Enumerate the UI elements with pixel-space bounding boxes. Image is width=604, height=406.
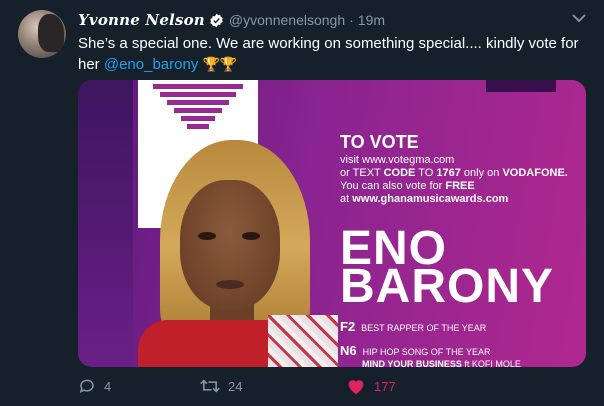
poster-left-band	[78, 80, 133, 367]
handle[interactable]: @yvonnenelsongh	[229, 12, 345, 28]
poster-photo	[138, 140, 338, 367]
poster-logo-bars	[153, 84, 243, 132]
verified-icon	[210, 13, 223, 27]
avatar[interactable]	[18, 10, 66, 58]
heart-icon	[348, 380, 364, 395]
tweet-text: She’s a special one. We are working on s…	[78, 34, 588, 75]
trophy-emoji: 🏆🏆	[202, 56, 238, 72]
poster-vote-title: TO VOTE	[340, 132, 419, 152]
poster-category-1: F2 BEST RAPPER OF THE YEAR	[340, 319, 487, 334]
tweet-media-image[interactable]: TO VOTE visit www.votegma.com or TEXT CO…	[78, 80, 586, 367]
poster-vote-line1: visit www.votegma.com	[340, 154, 455, 166]
poster-vote-line4: at www.ghanamusicawards.com	[340, 193, 509, 205]
reply-icon	[79, 379, 94, 394]
retweet-icon	[200, 379, 220, 393]
display-name[interactable]: Yvonne Nelson	[78, 11, 205, 29]
reply-count: 4	[104, 378, 112, 394]
like-count: 177	[374, 378, 396, 394]
tweet-header: Yvonne Nelson @yvonnenelsongh · 19m	[78, 10, 385, 30]
separator-dot: ·	[349, 12, 354, 28]
poster-badge	[486, 80, 556, 92]
reply-button[interactable]: 4	[78, 376, 111, 396]
timestamp[interactable]: 19m	[358, 12, 385, 28]
like-button[interactable]: 177	[346, 376, 396, 396]
poster-name-line2: BARONY	[340, 260, 555, 313]
retweet-count: 24	[228, 378, 243, 394]
tweet-actions: 4 24 177	[78, 376, 598, 396]
mention-link[interactable]: @eno_barony	[104, 56, 198, 73]
poster-vote-line2: or TEXT CODE TO 1767 only on VODAFONE.	[340, 167, 568, 179]
chevron-down-icon[interactable]	[572, 13, 586, 23]
poster-vote-line3: You can also vote for FREE	[340, 180, 475, 192]
poster-category-2-song: MIND YOUR BUSINESS ft KOFI MOLE	[362, 359, 521, 367]
tweet[interactable]: Yvonne Nelson @yvonnenelsongh · 19m She’…	[0, 0, 604, 406]
retweet-button[interactable]: 24	[200, 376, 242, 396]
